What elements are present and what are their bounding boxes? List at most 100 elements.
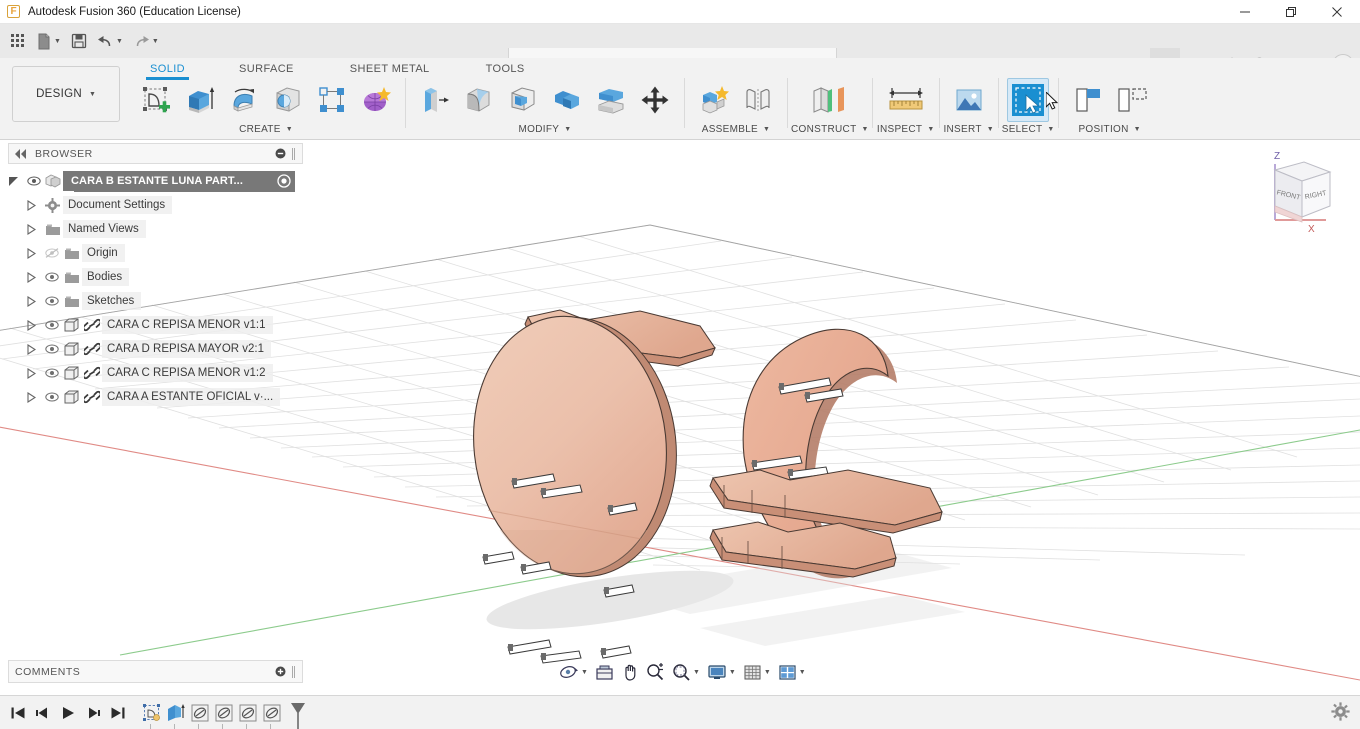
- minus-circle-icon[interactable]: [275, 148, 286, 159]
- form-icon[interactable]: [355, 78, 397, 122]
- expand-arrow-icon[interactable]: [26, 368, 42, 379]
- visibility-eye-icon[interactable]: [42, 272, 61, 282]
- tree-item-component-cara-a-estante-oficial[interactable]: CARA A ESTANTE OFICIAL v·...: [8, 385, 303, 409]
- pan-icon[interactable]: [618, 660, 642, 684]
- select-window-icon[interactable]: [1007, 78, 1049, 122]
- chevron-down-icon[interactable]: ▼: [116, 38, 123, 45]
- shell-icon[interactable]: [502, 78, 544, 122]
- panel-label-inspect[interactable]: INSPECT ▼: [877, 124, 935, 135]
- timeline-settings-gear-icon[interactable]: [1331, 702, 1350, 721]
- panel-label-position[interactable]: POSITION ▼: [1078, 124, 1140, 135]
- activate-component-radio[interactable]: [277, 174, 291, 188]
- timeline-marker[interactable]: [289, 702, 307, 729]
- add-comment-icon[interactable]: [275, 666, 286, 677]
- resize-grip-icon[interactable]: [291, 148, 296, 160]
- play-icon[interactable]: [57, 701, 79, 725]
- close-button[interactable]: [1314, 0, 1360, 24]
- visibility-eye-icon[interactable]: [42, 368, 61, 378]
- chevron-down-icon[interactable]: ▼: [764, 669, 771, 676]
- chevron-down-icon[interactable]: ▼: [729, 669, 736, 676]
- resize-grip-icon[interactable]: [291, 666, 296, 678]
- expand-arrow-icon[interactable]: [8, 176, 24, 187]
- save-icon[interactable]: [67, 28, 91, 54]
- visibility-eye-icon[interactable]: [42, 392, 61, 402]
- align-icon[interactable]: [1067, 78, 1109, 122]
- physical-position-icon[interactable]: [1111, 78, 1153, 122]
- tree-item-component-cara-c-repisa-menor-v1-1[interactable]: CARA C REPISA MENOR v1:1: [8, 313, 303, 337]
- extrude-icon[interactable]: [179, 78, 221, 122]
- step-back-icon[interactable]: [32, 701, 54, 725]
- redo-icon[interactable]: ▼: [129, 28, 163, 54]
- orbit-icon[interactable]: ▼: [556, 660, 591, 684]
- visibility-eye-icon[interactable]: [42, 296, 61, 306]
- grid-snaps-icon[interactable]: ▼: [740, 660, 774, 684]
- app-grid-icon[interactable]: [6, 28, 30, 54]
- undo-icon[interactable]: ▼: [93, 28, 127, 54]
- tree-root-component[interactable]: CARA B ESTANTE LUNA PART...: [8, 169, 303, 193]
- expand-arrow-icon[interactable]: [26, 320, 42, 331]
- tree-item-sketches[interactable]: Sketches: [8, 289, 303, 313]
- panel-label-select[interactable]: SELECT ▼: [1002, 124, 1055, 135]
- joint-feature-icon[interactable]: [213, 702, 235, 724]
- chevron-down-icon[interactable]: ▼: [581, 669, 588, 676]
- go-to-beginning-icon[interactable]: [7, 701, 29, 725]
- joint-icon[interactable]: [737, 78, 779, 122]
- joint-feature-icon[interactable]: [189, 702, 211, 724]
- sketch-feature-icon[interactable]: [141, 702, 163, 724]
- create-sketch-icon[interactable]: [135, 78, 177, 122]
- step-forward-icon[interactable]: [82, 701, 104, 725]
- expand-arrow-icon[interactable]: [26, 224, 42, 235]
- move-copy-icon[interactable]: [634, 78, 676, 122]
- tab-surface[interactable]: SURFACE: [227, 60, 306, 79]
- split-body-icon[interactable]: [590, 78, 632, 122]
- sphere-icon[interactable]: [267, 78, 309, 122]
- tab-solid[interactable]: SOLID: [138, 60, 197, 79]
- chevron-down-icon[interactable]: ▼: [152, 38, 159, 45]
- insert-image-icon[interactable]: [948, 78, 990, 122]
- panel-label-create[interactable]: CREATE ▼: [239, 124, 293, 135]
- view-cube[interactable]: Z X FRONT RIGHT: [1248, 142, 1348, 242]
- press-pull-icon[interactable]: [414, 78, 456, 122]
- look-at-icon[interactable]: [592, 660, 617, 684]
- expand-arrow-icon[interactable]: [26, 344, 42, 355]
- chevron-down-icon[interactable]: ▼: [54, 38, 61, 45]
- measure-icon[interactable]: [881, 78, 931, 122]
- panel-label-assemble[interactable]: ASSEMBLE ▼: [702, 124, 771, 135]
- panel-label-modify[interactable]: MODIFY ▼: [519, 124, 572, 135]
- chevron-down-icon[interactable]: ▼: [693, 669, 700, 676]
- joint-feature-icon[interactable]: [237, 702, 259, 724]
- body-shelf-lower-detached[interactable]: [710, 522, 896, 577]
- panel-label-construct[interactable]: CONSTRUCT ▼: [791, 124, 869, 135]
- tree-item-bodies[interactable]: Bodies: [8, 265, 303, 289]
- new-component-icon[interactable]: [693, 78, 735, 122]
- comments-panel[interactable]: COMMENTS: [8, 660, 303, 683]
- expand-arrow-icon[interactable]: [26, 272, 42, 283]
- tab-sheet-metal[interactable]: SHEET METAL: [338, 60, 442, 79]
- expand-arrow-icon[interactable]: [26, 200, 42, 211]
- pattern-icon[interactable]: [311, 78, 353, 122]
- visibility-eye-icon[interactable]: [24, 176, 43, 186]
- go-to-end-icon[interactable]: [107, 701, 129, 725]
- offset-plane-icon[interactable]: [801, 78, 859, 122]
- minimize-button[interactable]: [1222, 0, 1268, 24]
- fit-icon[interactable]: ▼: [669, 660, 703, 684]
- maximize-button[interactable]: [1268, 0, 1314, 24]
- panel-label-insert[interactable]: INSERT ▼: [943, 124, 994, 135]
- revolve-icon[interactable]: [223, 78, 265, 122]
- tree-item-component-cara-d-repisa-mayor-v2-1[interactable]: CARA D REPISA MAYOR v2:1: [8, 337, 303, 361]
- new-document-icon[interactable]: ▼: [32, 28, 65, 54]
- display-settings-icon[interactable]: ▼: [704, 660, 739, 684]
- zoom-icon[interactable]: [643, 660, 668, 684]
- fillet-icon[interactable]: [458, 78, 500, 122]
- workspace-switcher[interactable]: DESIGN ▼: [12, 66, 120, 122]
- visibility-eye-hidden-icon[interactable]: [42, 248, 61, 258]
- viewports-icon[interactable]: ▼: [775, 660, 809, 684]
- tree-item-named-views[interactable]: Named Views: [8, 217, 303, 241]
- tree-item-document-settings[interactable]: Document Settings: [8, 193, 303, 217]
- tree-item-origin[interactable]: Origin: [8, 241, 303, 265]
- joint-feature-icon[interactable]: [261, 702, 283, 724]
- visibility-eye-icon[interactable]: [42, 320, 61, 330]
- tab-tools[interactable]: TOOLS: [474, 60, 537, 79]
- extrude-feature-icon[interactable]: [165, 702, 187, 724]
- expand-arrow-icon[interactable]: [26, 248, 42, 259]
